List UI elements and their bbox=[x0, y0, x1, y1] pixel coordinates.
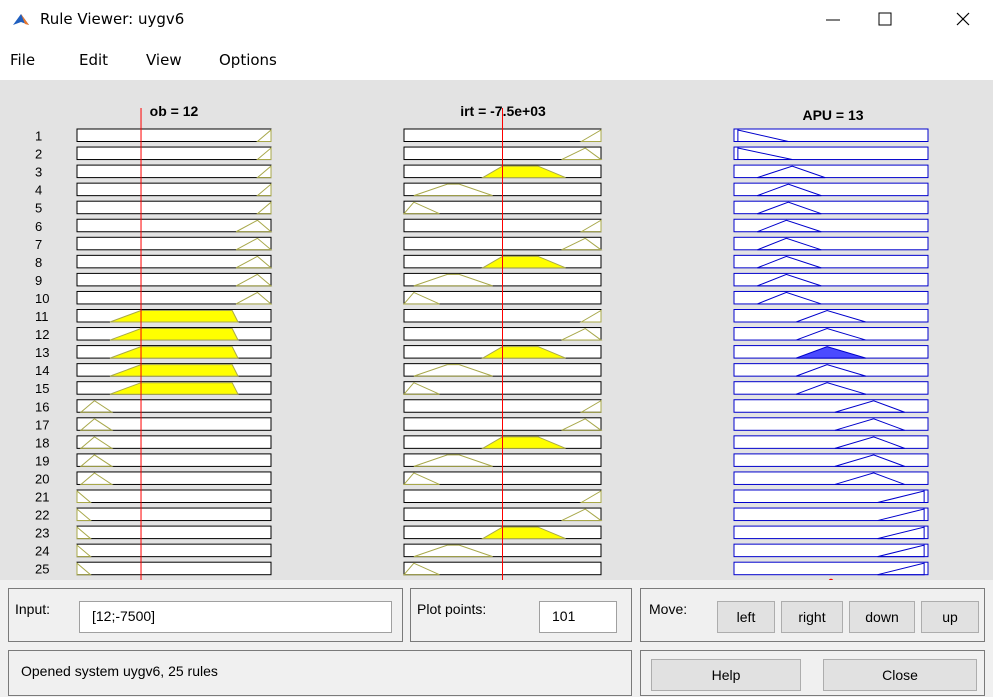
input-mf-box bbox=[76, 272, 272, 287]
output-mf-box bbox=[733, 489, 929, 503]
rule-plot-area: ob = 12 irt = -7.5e+03 APU = 13 1 2 3 4 5 6 7 8 9 10… bbox=[0, 80, 993, 580]
minimize-icon bbox=[826, 19, 840, 21]
rule-row-label: 19 bbox=[35, 453, 49, 468]
input-mf-box bbox=[76, 146, 272, 161]
rule-row-label: 1 bbox=[35, 129, 42, 144]
maximize-icon bbox=[878, 12, 892, 26]
input-mf-box bbox=[76, 525, 272, 540]
minimize-button[interactable] bbox=[810, 0, 856, 38]
plot-points-frame: Plot points: 101 bbox=[410, 588, 632, 642]
maximize-button[interactable] bbox=[862, 0, 908, 38]
output-mf-box bbox=[733, 543, 929, 558]
rule-row-label: 16 bbox=[35, 399, 49, 414]
input-mf-box bbox=[76, 128, 272, 142]
menu-bar: File Edit View Options bbox=[0, 44, 993, 78]
input-mf-box bbox=[76, 435, 272, 449]
output-mf-box bbox=[733, 525, 929, 540]
rule-row-label: 10 bbox=[35, 291, 49, 306]
plot-points-label: Plot points: bbox=[417, 601, 487, 617]
input-mf-box bbox=[76, 290, 272, 305]
input-mf-box bbox=[76, 543, 272, 558]
title-bar: Rule Viewer: uygv6 bbox=[0, 0, 993, 38]
input-mf-box bbox=[76, 236, 272, 251]
close-button[interactable] bbox=[940, 0, 986, 38]
plot-points-field[interactable]: 101 bbox=[539, 601, 617, 633]
input-mf-box bbox=[76, 200, 272, 215]
menu-options[interactable]: Options bbox=[219, 51, 277, 69]
menu-file[interactable]: File bbox=[10, 51, 35, 69]
close-icon bbox=[956, 12, 970, 26]
rule-row-label: 22 bbox=[35, 508, 49, 523]
input-mf-box bbox=[76, 218, 272, 233]
rule-row-label: 14 bbox=[35, 363, 49, 378]
input-frame: Input: [12;-7500] bbox=[8, 588, 403, 642]
move-left-button[interactable]: left bbox=[717, 601, 775, 633]
input-mf-box bbox=[76, 164, 272, 179]
rule-row-label: 3 bbox=[35, 165, 42, 180]
control-panel: Input: [12;-7500] Plot points: 101 Move:… bbox=[0, 580, 993, 697]
column-title-1: ob = 12 bbox=[150, 103, 199, 119]
rule-row-label: 21 bbox=[35, 490, 49, 505]
column-title-3: APU = 13 bbox=[802, 107, 863, 123]
rule-row-label: 9 bbox=[35, 273, 42, 288]
rule-row-label: 17 bbox=[35, 417, 49, 432]
move-frame: Move: left right down up bbox=[640, 588, 985, 642]
column-title-2: irt = -7.5e+03 bbox=[460, 103, 546, 119]
input-mf-box bbox=[76, 489, 272, 503]
rule-row-label: 5 bbox=[35, 201, 42, 216]
rule-row-label: 11 bbox=[35, 309, 49, 324]
rule-row-label: 2 bbox=[35, 147, 42, 162]
output-mf-box bbox=[733, 507, 929, 522]
menu-view[interactable]: View bbox=[146, 51, 182, 69]
input-mf-box bbox=[76, 182, 272, 197]
rule-row-label: 15 bbox=[35, 381, 49, 396]
rule-row-label: 13 bbox=[35, 345, 49, 360]
input-mf-box bbox=[76, 471, 272, 485]
rule-row-label: 12 bbox=[35, 327, 49, 342]
menu-edit[interactable]: Edit bbox=[79, 51, 108, 69]
rule-row-label: 20 bbox=[35, 471, 49, 486]
rule-row-label: 25 bbox=[35, 562, 49, 577]
move-down-button[interactable]: down bbox=[849, 601, 915, 633]
input-mf-box bbox=[76, 507, 272, 522]
status-text: Opened system uygv6, 25 rules bbox=[21, 663, 218, 679]
rule-row-label: 4 bbox=[35, 183, 42, 198]
rule-row-label: 18 bbox=[35, 435, 49, 450]
help-button[interactable]: Help bbox=[651, 659, 801, 691]
rule-row-label: 7 bbox=[35, 237, 42, 252]
input-mf-box bbox=[76, 453, 272, 467]
rule-plot-svg: ob = 12 irt = -7.5e+03 APU = 1312345678910… bbox=[35, 103, 929, 580]
rule-row-label: 6 bbox=[35, 219, 42, 234]
input-mf-box bbox=[76, 417, 272, 431]
input-mf-box bbox=[76, 399, 272, 413]
move-right-button[interactable]: right bbox=[781, 601, 843, 633]
input-label: Input: bbox=[15, 601, 51, 617]
rule-row-label: 8 bbox=[35, 255, 42, 270]
rule-row-label: 24 bbox=[35, 544, 49, 559]
move-label: Move: bbox=[649, 601, 688, 617]
status-frame: Opened system uygv6, 25 rules bbox=[8, 650, 632, 696]
help-close-frame: Help Close bbox=[640, 650, 985, 696]
input-mf-box bbox=[76, 254, 272, 269]
close-window-button[interactable]: Close bbox=[823, 659, 977, 691]
rule-row-label: 23 bbox=[35, 526, 49, 541]
output-mf-box bbox=[733, 561, 929, 576]
input-mf-box bbox=[76, 561, 272, 576]
input-field[interactable]: [12;-7500] bbox=[79, 601, 392, 633]
move-up-button[interactable]: up bbox=[921, 601, 979, 633]
matlab-app-icon bbox=[12, 11, 30, 29]
window-title: Rule Viewer: uygv6 bbox=[40, 10, 185, 28]
